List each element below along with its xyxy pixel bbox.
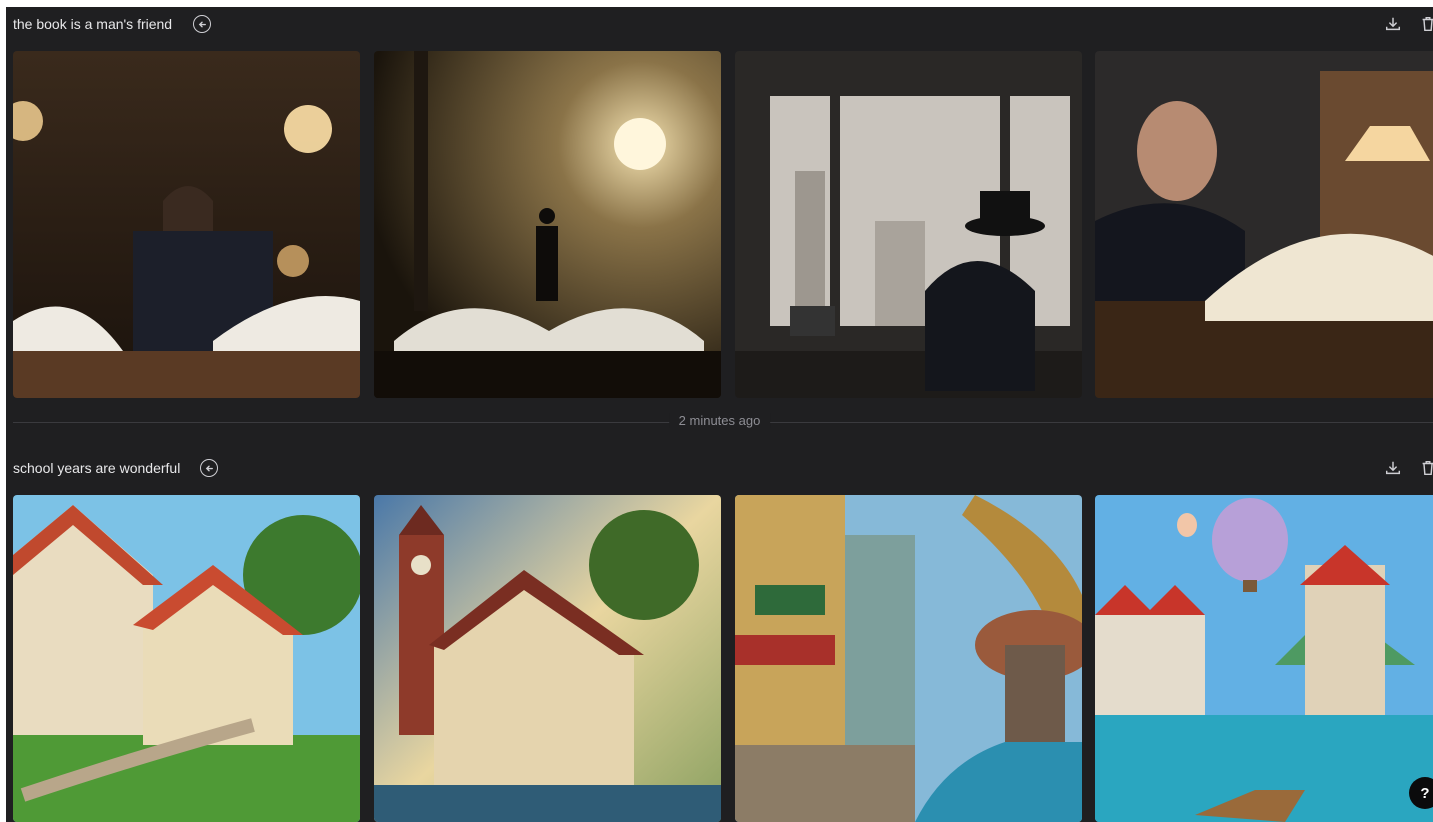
image-balloon-castle-river-scene[interactable] (1095, 495, 1433, 822)
download-button[interactable] (1383, 457, 1403, 479)
arrow-left-icon (198, 21, 206, 27)
reuse-prompt-button[interactable] (200, 459, 218, 477)
image-man-reading-book-at-desk[interactable] (13, 51, 360, 398)
image-man-standing-on-open-book[interactable] (374, 51, 721, 398)
delete-button[interactable] (1418, 13, 1433, 35)
image-city-street-with-canal[interactable] (735, 495, 1082, 822)
trash-icon (1422, 460, 1433, 476)
man-in-hat-at-window-image (735, 51, 1082, 398)
clock-tower-village-scene-image (374, 495, 721, 822)
prompt-title: school years are wonderful (13, 460, 181, 476)
image-man-portrait-with-open-book[interactable] (1095, 51, 1433, 398)
help-button[interactable]: ? (1409, 777, 1433, 809)
group-header: school years are wonderful (13, 453, 1433, 483)
image-tudor-village-scene[interactable] (13, 495, 360, 822)
download-icon (1385, 461, 1401, 475)
download-button[interactable] (1383, 13, 1403, 35)
man-portrait-with-open-book-image (1095, 51, 1433, 398)
trash-icon (1422, 16, 1433, 32)
city-street-with-canal-image (735, 495, 1082, 822)
tudor-village-scene-image (13, 495, 360, 822)
generation-history: the book is a man's friend 2 minutes ago… (6, 7, 1433, 822)
balloon-castle-river-scene-image (1095, 495, 1433, 822)
reuse-prompt-button[interactable] (193, 15, 211, 33)
man-standing-on-open-book-image (374, 51, 721, 398)
timestamp-label: 2 minutes ago (668, 413, 771, 428)
delete-button[interactable] (1418, 457, 1433, 479)
download-icon (1385, 17, 1401, 31)
group-header: the book is a man's friend (13, 9, 1433, 39)
image-man-in-hat-at-window[interactable] (735, 51, 1082, 398)
arrow-left-icon (205, 465, 213, 471)
image-clock-tower-village-scene[interactable] (374, 495, 721, 822)
man-reading-book-at-desk-image (13, 51, 360, 398)
prompt-title: the book is a man's friend (13, 16, 173, 32)
